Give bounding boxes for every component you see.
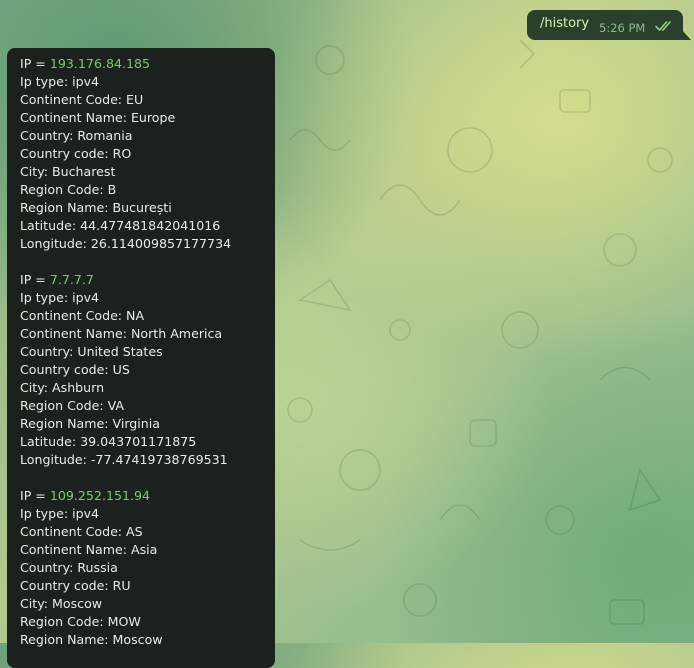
ip-label: IP = (20, 488, 50, 503)
ip-detail-line: Continent Code: NA (20, 308, 145, 323)
ip-record: IP = 109.252.151.94 Ip type: ipv4 Contin… (20, 487, 270, 649)
outgoing-bubble-tail (682, 30, 691, 40)
ip-detail-line: Region Name: București (20, 200, 172, 215)
ip-line: IP = 109.252.151.94 (20, 487, 270, 505)
message-timestamp: 5:26 PM (599, 21, 646, 35)
ip-detail-line: Ip type: ipv4 (20, 506, 100, 521)
ip-line: IP = 7.7.7.7 (20, 271, 270, 289)
ip-detail-line: City: Ashburn (20, 380, 105, 395)
outgoing-message-text: /history (540, 16, 590, 31)
incoming-message-text: IP = 193.176.84.185 Ip type: ipv4 Contin… (20, 55, 270, 667)
ip-detail-line: Region Code: MOW (20, 614, 141, 629)
ip-detail-line: City: Moscow (20, 596, 103, 611)
ip-detail-line: Country code: RU (20, 578, 131, 593)
ip-detail-line: Region Name: Virginia (20, 416, 161, 431)
ip-detail-line: Country code: US (20, 362, 130, 377)
ip-detail-line: Ip type: ipv4 (20, 290, 100, 305)
ip-detail-line: Country: Romania (20, 128, 133, 143)
ip-label: IP = (20, 272, 50, 287)
ip-detail-line: Continent Code: EU (20, 92, 144, 107)
ip-detail-line: Country: United States (20, 344, 163, 359)
ip-detail-line: Longitude: 26.114009857177734 (20, 236, 232, 251)
ip-label: IP = (20, 56, 50, 71)
incoming-message-bubble[interactable]: IP = 193.176.84.185 Ip type: ipv4 Contin… (7, 48, 275, 668)
ip-record: IP = 7.7.7.7 Ip type: ipv4 Continent Cod… (20, 271, 270, 469)
ip-address-link[interactable]: 7.7.7.7 (50, 272, 94, 287)
ip-detail-line: Continent Name: Europe (20, 110, 176, 125)
ip-detail-line: Continent Code: AS (20, 524, 143, 539)
ip-address-link[interactable]: 193.176.84.185 (50, 56, 150, 71)
ip-record: IP = 193.176.84.185 Ip type: ipv4 Contin… (20, 55, 270, 253)
ip-detail-line: Country: Russia (20, 560, 118, 575)
ip-detail-line: City: Bucharest (20, 164, 116, 179)
ip-address-link[interactable]: 109.252.151.94 (50, 488, 150, 503)
ip-detail-line: Country code: RO (20, 146, 132, 161)
ip-detail-line: Longitude: -77.47419738769531 (20, 452, 228, 467)
ip-detail-line: Ip type: ipv4 (20, 74, 100, 89)
ip-line: IP = 193.176.84.185 (20, 55, 270, 73)
double-check-icon (655, 21, 671, 31)
ip-detail-line: Region Code: VA (20, 398, 125, 413)
ip-detail-line: Latitude: 39.043701171875 (20, 434, 197, 449)
ip-detail-line: Region Name: Moscow (20, 632, 163, 647)
ip-detail-line: Latitude: 44.477481842041016 (20, 218, 221, 233)
ip-detail-line: Continent Name: North America (20, 326, 223, 341)
ip-detail-line: Continent Name: Asia (20, 542, 158, 557)
outgoing-message-bubble[interactable]: /history 5:26 PM (527, 10, 683, 40)
ip-detail-line: Region Code: B (20, 182, 117, 197)
